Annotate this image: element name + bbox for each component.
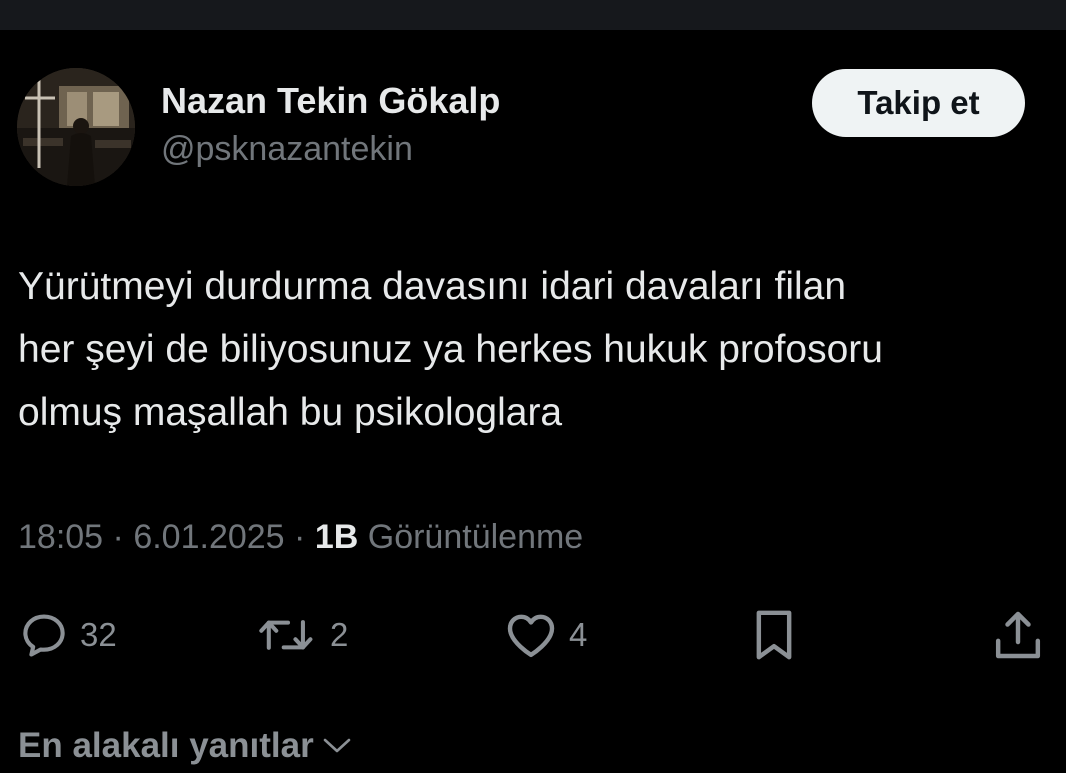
reply-button[interactable]: 32 (18, 604, 117, 666)
reply-count: 32 (80, 616, 117, 653)
author-display-name[interactable]: Nazan Tekin Gökalp (161, 80, 500, 122)
views-count[interactable]: 1B (315, 518, 358, 556)
bookmark-icon (756, 610, 792, 660)
tweet-meta: 18:05 · 6.01.2025 · 1B Görüntülenme (18, 518, 583, 557)
meta-separator: · (294, 518, 315, 556)
retweet-count: 2 (330, 616, 349, 653)
tweet-text-line: her şeyi de biliyosunuz ya herkes hukuk … (18, 328, 883, 371)
heart-icon (507, 614, 555, 658)
retweet-icon (259, 620, 313, 650)
top-bar (0, 0, 1066, 30)
tweet-text-line: olmuş maşallah bu psikologlara (18, 391, 563, 434)
reply-icon (23, 614, 65, 657)
profile-photo-icon (17, 68, 135, 186)
views-label: Görüntülenme (367, 518, 584, 556)
replies-sort-dropdown[interactable]: En alakalı yanıtlar (18, 726, 352, 766)
tweet-date[interactable]: 6.01.2025 (133, 518, 284, 556)
tweet-text-line: Yürütmeyi durdurma davasını idari davala… (18, 265, 847, 308)
bookmark-button[interactable] (746, 604, 802, 666)
share-icon (995, 611, 1041, 659)
avatar[interactable] (17, 68, 135, 186)
share-button[interactable] (990, 604, 1046, 666)
like-count: 4 (569, 616, 588, 653)
chevron-down-icon (323, 738, 351, 753)
replies-sort-label: En alakalı yanıtlar (18, 726, 314, 765)
follow-button[interactable]: Takip et (812, 69, 1025, 137)
tweet-text: Yürütmeyi durdurma davasını idari davala… (18, 255, 1058, 444)
author-handle[interactable]: @psknazantekin (161, 130, 413, 169)
like-button[interactable]: 4 (503, 604, 587, 666)
meta-separator: · (112, 518, 134, 556)
retweet-button[interactable]: 2 (256, 604, 348, 666)
tweet-time[interactable]: 18:05 (18, 518, 103, 556)
